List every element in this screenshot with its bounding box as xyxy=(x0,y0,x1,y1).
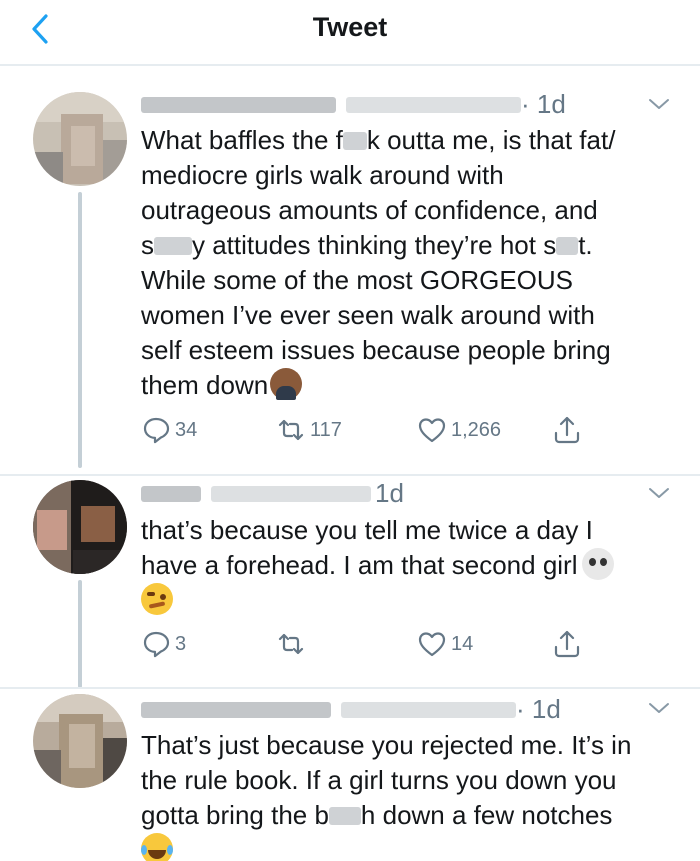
reply-icon xyxy=(143,417,170,444)
tweet-actions: 3 14 xyxy=(141,627,591,661)
censor-blur xyxy=(342,132,367,150)
like-button[interactable]: 14 xyxy=(417,627,473,661)
redacted-name xyxy=(141,486,201,502)
reply-button[interactable]: 34 xyxy=(141,413,197,447)
reply-icon xyxy=(143,631,170,658)
chevron-down-icon[interactable] xyxy=(647,96,671,112)
tweet-time: · 1d xyxy=(516,694,561,724)
divider xyxy=(0,687,700,689)
thread-line xyxy=(78,192,82,468)
divider xyxy=(0,474,700,476)
retweet-count: 117 xyxy=(310,418,342,441)
text-segment: h down a few notches xyxy=(360,800,613,830)
skull-emoji xyxy=(581,548,614,580)
tweet-text: What baffles the fk outta me, is that fa… xyxy=(141,123,681,403)
censor-blur xyxy=(154,237,192,255)
retweet-button[interactable]: 117 xyxy=(276,413,342,447)
tweet-text: that’s because you tell me twice a day I… xyxy=(141,513,681,618)
tweet-time: 1d xyxy=(375,478,404,508)
tweet-text: That’s just because you rejected me. It’… xyxy=(141,728,681,861)
share-icon xyxy=(554,416,580,444)
like-button[interactable]: 1,266 xyxy=(417,413,501,447)
reply-button[interactable]: 3 xyxy=(141,627,186,661)
text-segment: y attitudes thinking they’re hot s xyxy=(192,230,557,260)
tweet-header: · 1d xyxy=(141,694,611,724)
text-segment: that’s because you tell me twice a day I… xyxy=(141,515,593,580)
heart-icon xyxy=(418,632,446,657)
tweet-time: · 1d xyxy=(521,89,566,119)
reply-count: 34 xyxy=(175,418,198,441)
redacted-handle xyxy=(211,486,371,502)
share-button[interactable] xyxy=(552,627,582,661)
thread-line xyxy=(78,580,82,688)
retweet-icon xyxy=(278,419,304,441)
like-count: 1,266 xyxy=(451,418,502,441)
redacted-handle xyxy=(346,97,521,113)
censor-blur xyxy=(328,807,361,825)
avatar[interactable] xyxy=(33,92,127,186)
redacted-name xyxy=(141,97,336,113)
retweet-button[interactable] xyxy=(276,627,310,661)
woozy-face-emoji xyxy=(141,583,173,615)
tweet-actions: 34 117 1,266 xyxy=(141,413,591,447)
censor-blur xyxy=(556,237,579,255)
retweet-icon xyxy=(278,633,304,655)
tweet-header: · 1d xyxy=(141,89,611,119)
like-count: 14 xyxy=(451,632,474,655)
text-segment: What baffles the f xyxy=(141,125,343,155)
share-icon xyxy=(554,630,580,658)
top-bar: Tweet xyxy=(0,0,700,66)
tears-of-joy-emoji xyxy=(141,833,173,861)
chevron-down-icon[interactable] xyxy=(647,700,671,716)
share-button[interactable] xyxy=(552,413,582,447)
avatar[interactable] xyxy=(33,694,127,788)
heart-icon xyxy=(418,418,446,443)
page-title: Tweet xyxy=(312,12,388,42)
chevron-down-icon[interactable] xyxy=(647,485,671,501)
tweet-header: 1d xyxy=(141,478,611,508)
avatar[interactable] xyxy=(33,480,127,574)
redacted-name xyxy=(141,702,331,718)
redacted-handle xyxy=(341,702,516,718)
reply-count: 3 xyxy=(175,632,187,655)
man-shrugging-emoji xyxy=(270,368,303,400)
